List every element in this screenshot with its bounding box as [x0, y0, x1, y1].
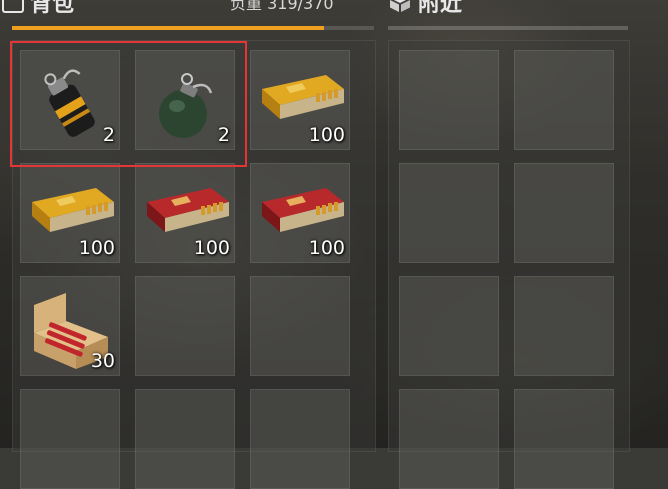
inventory-slot-ammo-box-red[interactable]: 100 [135, 163, 235, 263]
empty-slot[interactable] [135, 389, 235, 489]
nearby-empty-slot[interactable] [514, 276, 614, 376]
empty-slot[interactable] [250, 276, 350, 376]
ammo-box-red-icon [256, 172, 348, 246]
nearby-empty-slot[interactable] [514, 389, 614, 489]
backpack-header: 背包 [0, 0, 75, 17]
nearby-empty-slot[interactable] [399, 276, 499, 376]
nearby-header: 附近 [388, 0, 463, 17]
selected-items-highlight [10, 41, 247, 167]
nearby-empty-slot[interactable] [399, 163, 499, 263]
item-quantity: 30 [90, 350, 115, 372]
inventory-slot-ammo-box-yellow[interactable]: 100 [250, 50, 350, 150]
ammo-box-red-icon [141, 172, 233, 246]
backpack-icon [2, 0, 24, 13]
nearby-divider [388, 26, 628, 30]
weight-readout: 负重 319/370 [230, 0, 334, 14]
nearby-empty-slot[interactable] [399, 389, 499, 489]
nearby-empty-slot[interactable] [514, 163, 614, 263]
nearby-box-icon [390, 0, 410, 12]
nearby-title: 附近 [418, 0, 463, 17]
item-quantity: 100 [308, 124, 345, 146]
inventory-slot-shotgun-shells-box[interactable]: 30 [20, 276, 120, 376]
empty-slot[interactable] [250, 389, 350, 489]
item-quantity: 100 [78, 237, 115, 259]
inventory-slot-ammo-box-red[interactable]: 100 [250, 163, 350, 263]
weight-label: 负重 [230, 0, 263, 13]
nearby-empty-slot[interactable] [399, 50, 499, 150]
empty-slot[interactable] [135, 276, 235, 376]
weight-bar [12, 26, 374, 30]
ammo-box-yellow-icon [26, 172, 118, 246]
weight-bar-fill [12, 26, 325, 30]
item-quantity: 100 [308, 237, 345, 259]
ammo-box-yellow-icon [256, 59, 348, 133]
backpack-title: 背包 [30, 0, 75, 17]
empty-slot[interactable] [20, 389, 120, 489]
weight-value: 319/370 [267, 0, 334, 13]
nearby-empty-slot[interactable] [514, 50, 614, 150]
inventory-slot-ammo-box-yellow[interactable]: 100 [20, 163, 120, 263]
item-quantity: 100 [193, 237, 230, 259]
